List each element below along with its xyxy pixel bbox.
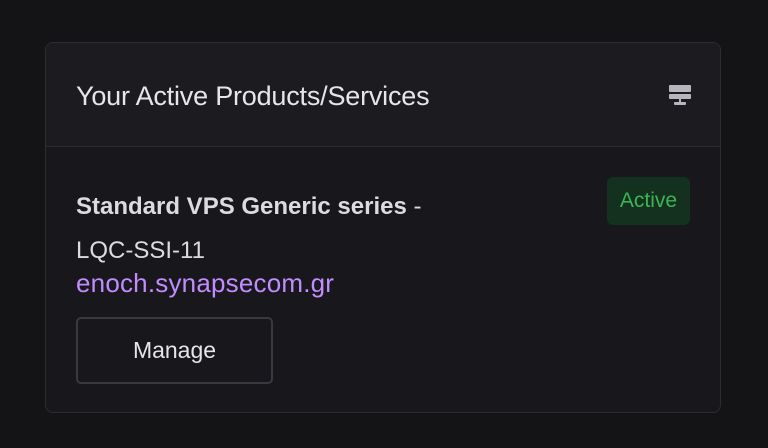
domain-link[interactable]: enoch.synapsecom.gr	[76, 268, 334, 299]
product-title: Standard VPS Generic series - LQC-SSI-11	[76, 185, 496, 273]
product-separator: -	[413, 193, 422, 220]
server-icon	[669, 85, 691, 105]
product-id: LQC-SSI-11	[76, 237, 205, 264]
card-title: Your Active Products/Services	[76, 81, 430, 111]
product-name: Standard VPS Generic series	[76, 193, 407, 220]
status-badge: Active	[607, 177, 690, 225]
manage-button[interactable]: Manage	[76, 317, 273, 384]
products-services-card: Your Active Products/Services Standard V…	[45, 42, 721, 413]
card-header: Your Active Products/Services	[46, 43, 720, 147]
